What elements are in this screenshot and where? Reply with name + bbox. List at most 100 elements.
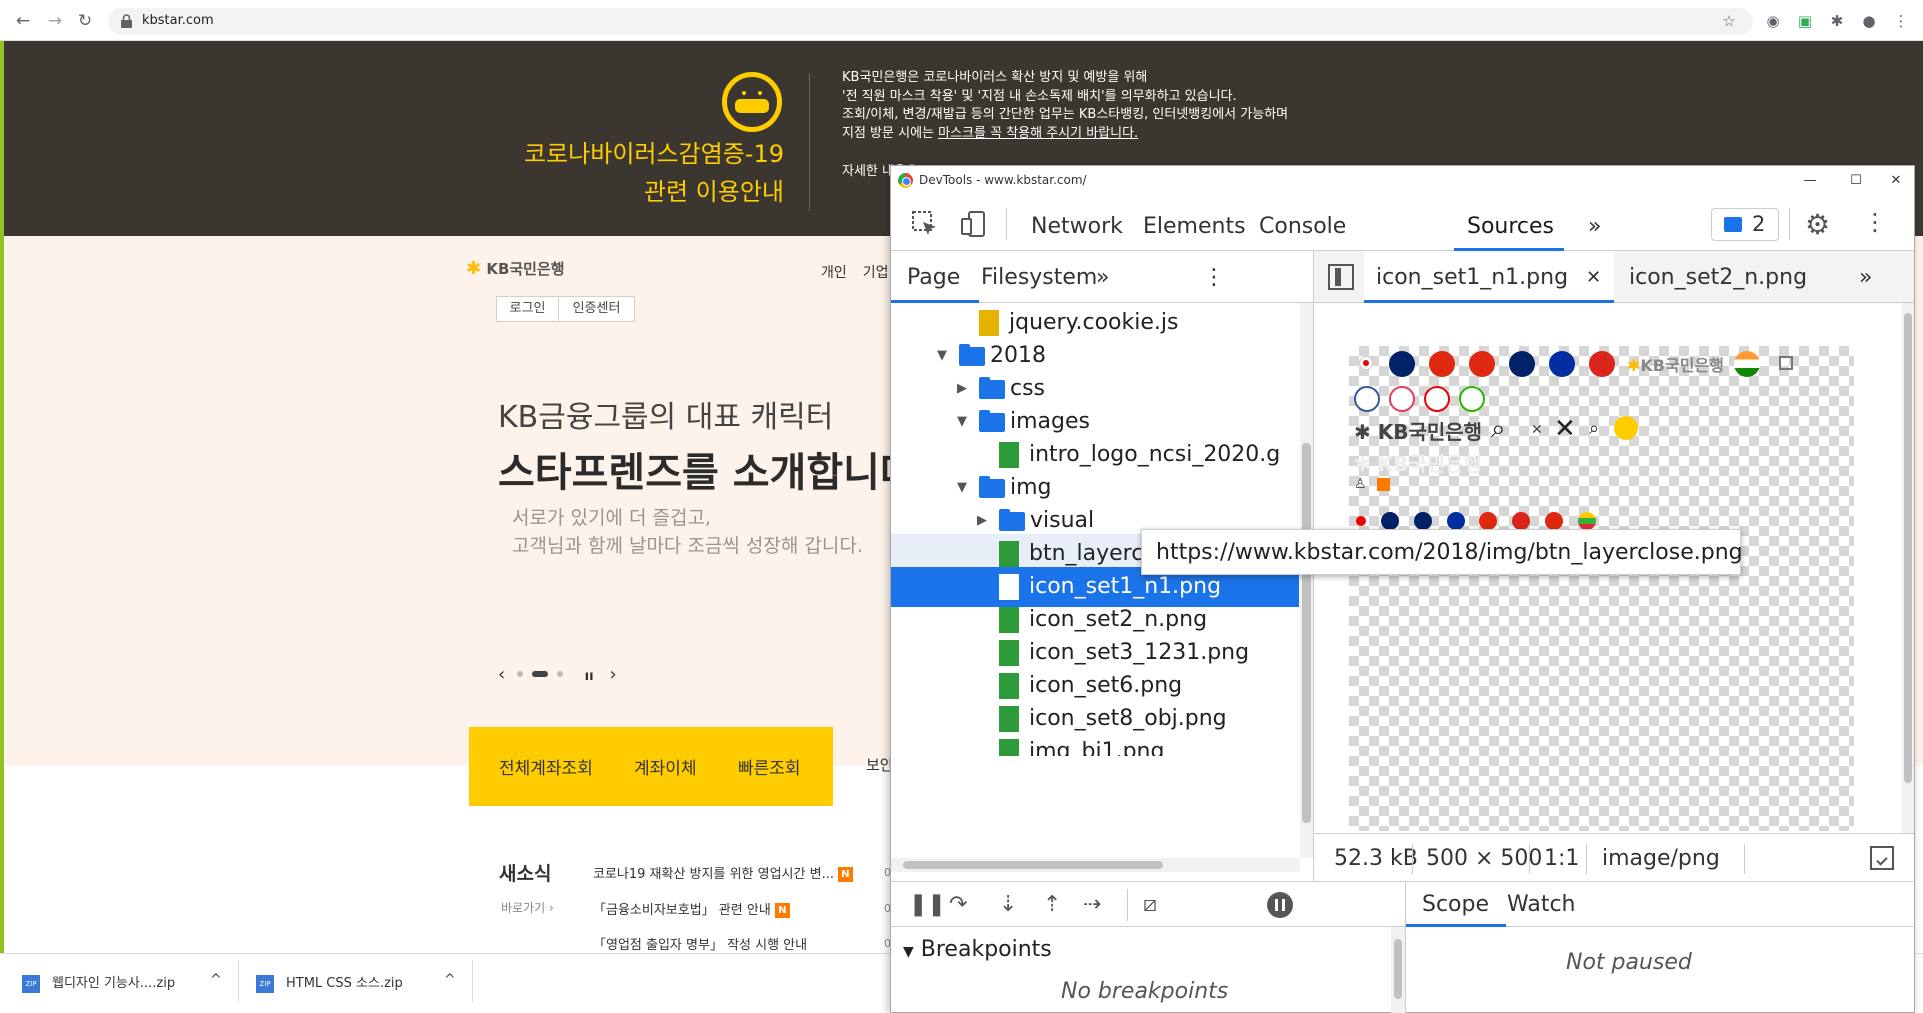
slider-prev-button[interactable]: ‹ bbox=[498, 664, 505, 685]
settings-gear-icon[interactable]: ⚙ bbox=[1805, 208, 1830, 241]
more-tabs-icon[interactable]: » bbox=[1096, 265, 1109, 290]
cambodia-flag-small-icon bbox=[1447, 512, 1465, 530]
slider-pause-button[interactable]: ıı bbox=[585, 669, 594, 684]
tab-scope[interactable]: Scope bbox=[1422, 892, 1489, 917]
scrollbar-thumb[interactable] bbox=[1904, 313, 1912, 783]
navigator-menu-icon[interactable]: ⋮ bbox=[1203, 265, 1225, 290]
scrollbar-thumb[interactable] bbox=[1302, 443, 1311, 823]
step-over-icon[interactable]: ↷ bbox=[949, 892, 967, 917]
login-button[interactable]: 로그인 bbox=[496, 296, 559, 322]
step-out-icon[interactable]: ⇡ bbox=[1043, 892, 1061, 917]
uk-flag-icon bbox=[1509, 351, 1535, 377]
step-into-icon[interactable]: ⇣ bbox=[999, 892, 1017, 917]
editor-tab-label[interactable]: icon_set1_n1.png bbox=[1376, 265, 1568, 290]
play-icon bbox=[1614, 416, 1638, 440]
image-file-icon bbox=[999, 541, 1019, 567]
issues-button[interactable]: 2 bbox=[1711, 208, 1779, 241]
gnb-corporate[interactable]: 기업 bbox=[863, 265, 889, 281]
slider-dot[interactable] bbox=[556, 671, 563, 677]
close-tab-icon[interactable]: ✕ bbox=[1586, 267, 1601, 288]
horizontal-scrollbar[interactable] bbox=[891, 858, 1300, 872]
devtools-titlebar[interactable]: DevTools - www.kbstar.com/ — ☐ ✕ bbox=[891, 166, 1914, 196]
tab-filesystem[interactable]: Filesystem bbox=[981, 265, 1097, 290]
vertical-scrollbar[interactable] bbox=[1902, 303, 1914, 833]
news-item[interactable]: 「금융소비자보호법」 관련 안내 N bbox=[593, 899, 790, 918]
scrollbar-thumb[interactable] bbox=[1394, 939, 1402, 999]
expanded-arrow-icon: ▼ bbox=[903, 944, 914, 960]
quick-fast-lookup[interactable]: 빠른조회 bbox=[738, 754, 801, 779]
step-icon[interactable]: ⇢ bbox=[1083, 892, 1101, 917]
download-item[interactable]: ZIP HTML CSS 소스.zip bbox=[256, 972, 403, 993]
more-tabs-icon[interactable]: » bbox=[1588, 214, 1601, 239]
slider-dot-active[interactable] bbox=[531, 671, 548, 677]
kebab-menu-icon[interactable]: ⋮ bbox=[1863, 208, 1887, 236]
scrollbar-thumb[interactable] bbox=[903, 861, 1163, 869]
breakpoints-header[interactable]: ▼ Breakpoints bbox=[903, 937, 1052, 962]
slider-next-button[interactable]: › bbox=[609, 664, 616, 685]
slider-dot[interactable] bbox=[516, 671, 523, 677]
tab-elements[interactable]: Elements bbox=[1143, 214, 1246, 239]
tab-watch[interactable]: Watch bbox=[1507, 892, 1576, 917]
deactivate-breakpoints-icon[interactable]: ⧄ bbox=[1143, 892, 1157, 917]
copy-image-icon[interactable] bbox=[1870, 846, 1894, 870]
close-icon: ✕ bbox=[1554, 414, 1576, 444]
news-more-link[interactable]: 바로가기 › bbox=[501, 899, 554, 916]
quick-menu: 전체계좌조회 계좌이체 빠른조회 bbox=[469, 727, 833, 806]
download-menu-chevron-icon[interactable]: ^ bbox=[444, 972, 456, 988]
maximize-button[interactable]: ☐ bbox=[1841, 170, 1871, 192]
reload-button[interactable]: ↻ bbox=[74, 10, 96, 32]
more-tabs-icon[interactable]: » bbox=[1859, 265, 1872, 290]
minimize-button[interactable]: — bbox=[1795, 170, 1825, 192]
profile-icon[interactable]: ● bbox=[1860, 12, 1878, 30]
gnb-personal[interactable]: 개인 bbox=[821, 265, 847, 281]
pause-on-exceptions-icon[interactable] bbox=[1267, 892, 1293, 918]
toggle-navigator-icon[interactable] bbox=[1328, 264, 1354, 290]
tree-item-file[interactable]: img_bi1.png bbox=[891, 732, 1299, 756]
news-item[interactable]: 「영업점 출입자 명부」 작성 시행 안내 bbox=[593, 934, 807, 953]
user-icon: ♙ bbox=[1354, 476, 1367, 492]
covid-text-line: 지점 방문 시에는 마스크를 꼭 착용해 주시기 바랍니다. bbox=[842, 125, 1288, 144]
kb-logo-sprite: ✱KB국민은행 bbox=[1627, 352, 1724, 376]
close-window-button[interactable]: ✕ bbox=[1881, 170, 1911, 192]
covid-text-emphasis: 마스크를 꼭 착용해 주시기 바랍니다. bbox=[938, 125, 1139, 141]
japan-flag-small-icon bbox=[1356, 516, 1366, 526]
divider bbox=[1789, 208, 1790, 240]
devtools-toolbar: Network Elements Console Sources » 2 ⚙ ⋮ bbox=[891, 196, 1914, 251]
extension-2-icon[interactable]: ▣ bbox=[1796, 12, 1814, 30]
puzzle-icon[interactable]: ✱ bbox=[1828, 12, 1846, 30]
kb-logo[interactable]: ✱ KB국민은행 bbox=[466, 258, 565, 279]
cert-center-button[interactable]: 인증센터 bbox=[558, 296, 635, 322]
download-menu-chevron-icon[interactable]: ^ bbox=[210, 972, 222, 988]
extension-1-icon[interactable]: ◉ bbox=[1764, 12, 1782, 30]
vertical-scrollbar[interactable] bbox=[1391, 927, 1405, 1013]
download-name: HTML CSS 소스.zip bbox=[286, 976, 403, 991]
tab-page[interactable]: Page bbox=[907, 265, 960, 290]
news-item[interactable]: 코로나19 재확산 방지를 위한 영업시간 변... N bbox=[593, 863, 853, 882]
address-bar[interactable]: kbstar.com bbox=[108, 8, 1753, 35]
bookmark-star-icon[interactable]: ☆ bbox=[1720, 12, 1738, 30]
slider-controls: ‹ ıı › bbox=[498, 664, 617, 685]
quick-transfer[interactable]: 계좌이체 bbox=[634, 754, 697, 779]
vertical-scrollbar[interactable] bbox=[1300, 303, 1313, 858]
editor-tab-label[interactable]: icon_set2_n.png bbox=[1629, 265, 1807, 290]
new-badge: N bbox=[774, 903, 790, 918]
pause-icon[interactable]: ❚❚ bbox=[909, 892, 946, 917]
covid-text-part: 지점 방문 시에는 bbox=[842, 125, 939, 141]
divider bbox=[1412, 844, 1413, 874]
blog-icon bbox=[1459, 386, 1485, 412]
china-flag-icon bbox=[1429, 351, 1455, 377]
download-item[interactable]: ZIP 웹디자인 기능사....zip bbox=[22, 972, 175, 993]
quick-all-accounts[interactable]: 전체계좌조회 bbox=[499, 754, 593, 779]
inspect-element-icon[interactable] bbox=[911, 210, 939, 244]
issues-count: 2 bbox=[1752, 212, 1766, 236]
tab-console[interactable]: Console bbox=[1259, 214, 1346, 239]
back-button[interactable]: ← bbox=[12, 10, 34, 32]
forward-button[interactable]: → bbox=[44, 10, 66, 32]
menu-icon[interactable]: ⋮ bbox=[1892, 12, 1910, 30]
device-toggle-icon[interactable] bbox=[959, 210, 987, 244]
tab-sources[interactable]: Sources bbox=[1467, 214, 1554, 239]
message-icon bbox=[1724, 217, 1742, 232]
tab-network[interactable]: Network bbox=[1031, 214, 1123, 239]
screen: ← → ↻ kbstar.com ☆ ◉ ▣ ✱ ● ⋮ 코로나바이러스감염증-… bbox=[0, 0, 1923, 1013]
folder-icon bbox=[959, 344, 985, 366]
